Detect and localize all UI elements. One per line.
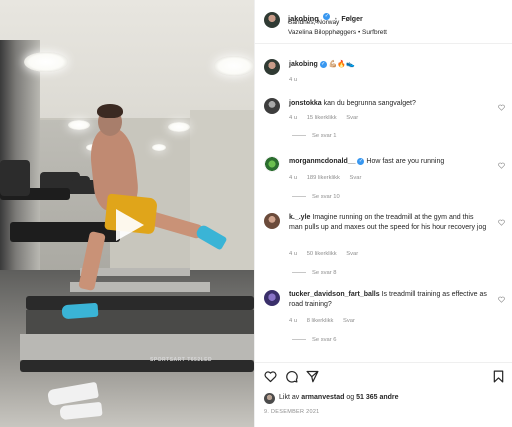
runner-hair <box>97 104 123 118</box>
treadmill-console <box>0 160 30 196</box>
comment-meta: 4 u 15 likerklikk Svar <box>289 115 366 121</box>
treadmill-belt <box>26 310 254 334</box>
comment-meta: 4 u 8 likerklikk Svar <box>289 318 363 324</box>
caption-time: 4 u <box>289 77 298 83</box>
comment-likes[interactable]: 189 likerklikk <box>307 175 340 181</box>
comment-likes[interactable]: 8 likerklikk <box>307 318 334 324</box>
avatar[interactable] <box>264 59 280 75</box>
likes-user[interactable]: armanvestad <box>301 394 344 401</box>
follow-button[interactable]: Følger <box>341 16 362 23</box>
comments-list[interactable]: jakobing ✓ 💪🏼🔥👟 4 u jonstokka kan du beg… <box>255 45 512 360</box>
comment-likes[interactable]: 15 likerklikk <box>307 115 337 121</box>
replies-dash <box>292 195 306 197</box>
likes-prefix: Likt av <box>279 394 300 401</box>
view-replies-label: Se svar 10 <box>312 194 340 200</box>
ceiling-light <box>152 144 166 151</box>
avatar[interactable] <box>264 12 280 28</box>
comment-text: morganmcdonald__ ✓ How fast are you runn… <box>289 157 489 167</box>
heart-icon[interactable] <box>498 104 505 111</box>
comment-time: 4 u <box>289 318 298 324</box>
avatar[interactable] <box>264 98 280 114</box>
ceiling-light <box>68 120 90 130</box>
share-icon[interactable] <box>306 370 319 383</box>
comment-icon[interactable] <box>285 370 298 383</box>
post-audio[interactable]: Vazelina Bilopphøggers • Surfbrett <box>288 29 387 36</box>
comment-text: tucker_davidson_fart_balls Is treadmill … <box>289 290 489 310</box>
view-replies-label: Se svar 8 <box>312 270 337 276</box>
comment-text: k._.yle Imagine running on the treadmill… <box>289 213 489 233</box>
avatar[interactable] <box>264 393 275 404</box>
post-viewer: SPORTSART T652LED jakobing ✓ • Følger Sa… <box>0 0 512 427</box>
comment-author[interactable]: k._.yle <box>289 214 310 221</box>
comment-text: jonstokka kan du begrunna sangvalget? <box>289 99 489 109</box>
view-replies-button[interactable]: Se svar 6 <box>292 337 337 343</box>
reply-button[interactable]: Svar <box>346 115 358 121</box>
verified-icon: ✓ <box>319 60 327 68</box>
comment-author[interactable]: jonstokka <box>289 100 322 107</box>
play-icon[interactable] <box>108 205 148 245</box>
treadmill-deck <box>26 296 254 310</box>
avatar[interactable] <box>264 213 280 229</box>
replies-dash <box>292 271 306 273</box>
replies-dash <box>292 338 306 340</box>
replies-dash <box>292 134 306 136</box>
reply-button[interactable]: Svar <box>346 251 358 257</box>
comment-time: 4 u <box>289 175 298 181</box>
comment-meta: 4 u 50 likerklikk Svar <box>289 251 366 257</box>
runner-shoe <box>61 302 99 320</box>
comment-time: 4 u <box>289 251 298 257</box>
caption-author[interactable]: jakobing <box>289 61 318 68</box>
comment-body: kan du begrunna sangvalget? <box>323 100 416 107</box>
reply-button[interactable]: Svar <box>343 318 355 324</box>
post-date[interactable]: 9. DESEMBER 2021 <box>264 409 320 415</box>
avatar[interactable] <box>264 290 280 306</box>
bookmark-icon[interactable] <box>492 370 505 383</box>
view-replies-label: Se svar 1 <box>312 133 337 139</box>
post-header: jakobing ✓ • Følger Sandnes, Norway Vaze… <box>255 0 512 44</box>
comment-meta: 4 u 189 likerklikk Svar <box>289 175 369 181</box>
post-details: jakobing ✓ • Følger Sandnes, Norway Vaze… <box>254 0 512 427</box>
ceiling-light <box>168 122 190 132</box>
comment-body: How fast are you running <box>366 158 445 165</box>
video-player[interactable]: SPORTSART T652LED <box>0 0 254 427</box>
comment-likes[interactable]: 50 likerklikk <box>307 251 337 257</box>
view-replies-button[interactable]: Se svar 8 <box>292 270 337 276</box>
treadmill-brand: SPORTSART T652LED <box>150 357 213 363</box>
reply-button[interactable]: Svar <box>350 175 362 181</box>
comment-body: Imagine running on the treadmill at the … <box>289 214 487 231</box>
heart-icon[interactable] <box>498 219 505 226</box>
treadmill-base <box>20 360 254 372</box>
treadmill-side-panel <box>20 334 254 360</box>
verified-icon: ✓ <box>357 157 365 165</box>
post-actions: Likt av armanvestad og 51 365 andre 9. D… <box>255 362 512 427</box>
post-location[interactable]: Sandnes, Norway <box>288 19 339 26</box>
likes-count[interactable]: 51 365 andre <box>356 394 398 401</box>
avatar[interactable] <box>264 156 280 172</box>
comment-author[interactable]: morganmcdonald__ <box>289 158 356 165</box>
heart-icon[interactable] <box>498 162 505 169</box>
comment-time: 4 u <box>289 115 298 121</box>
caption-meta: 4 u <box>289 77 305 83</box>
heart-icon[interactable] <box>498 296 505 303</box>
likes-conjunction: og <box>346 394 355 401</box>
caption-text: jakobing ✓ 💪🏼🔥👟 <box>289 60 489 70</box>
likes-summary[interactable]: Likt av armanvestad og 51 365 andre <box>279 394 399 401</box>
view-replies-button[interactable]: Se svar 10 <box>292 194 340 200</box>
ceiling-light <box>24 52 68 72</box>
comment-author[interactable]: tucker_davidson_fart_balls <box>289 291 380 298</box>
view-replies-button[interactable]: Se svar 1 <box>292 133 337 139</box>
caption-emoji: 💪🏼🔥👟 <box>328 61 355 68</box>
ceiling-light <box>214 56 254 76</box>
heart-icon[interactable] <box>264 370 277 383</box>
view-replies-label: Se svar 6 <box>312 337 337 343</box>
